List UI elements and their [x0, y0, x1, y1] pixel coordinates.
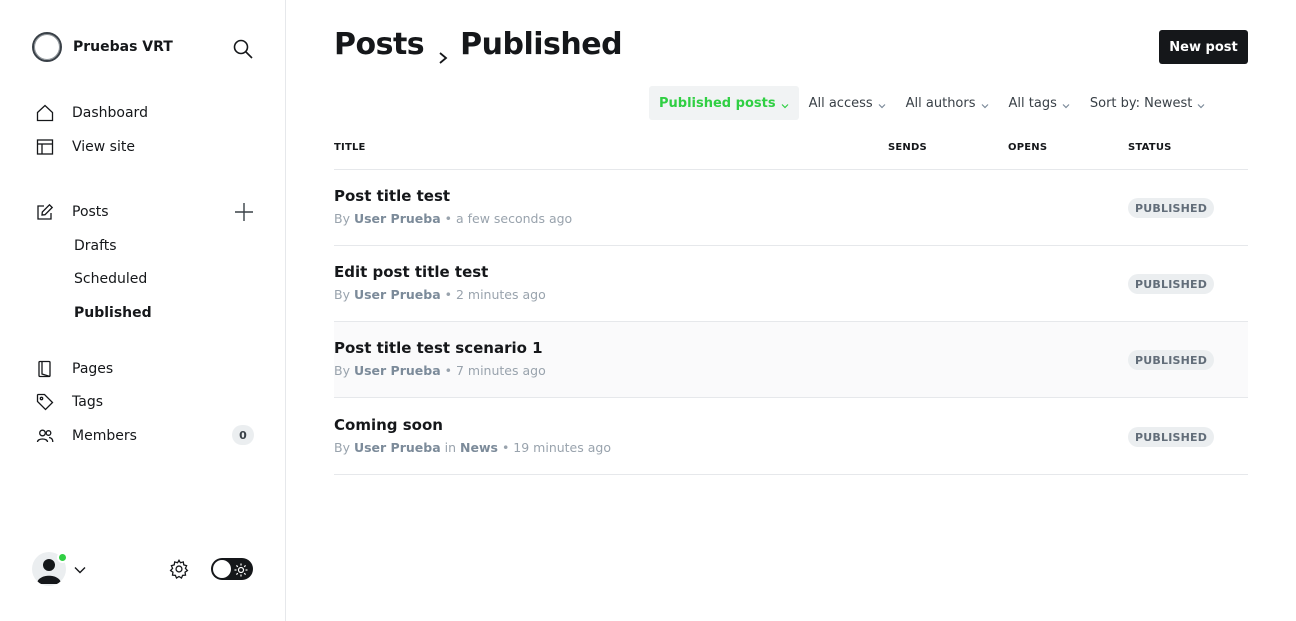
post-author: User Prueba	[353, 363, 441, 378]
sidebar-item-pages[interactable]: Pages	[36, 358, 113, 380]
chevron-down-icon	[981, 99, 989, 109]
sidebar-item-label: Tags	[72, 394, 103, 410]
sidebar-item-dashboard[interactable]: Dashboard	[36, 102, 148, 124]
meta-by: By	[334, 287, 350, 302]
sidebar-item-label: Pages	[72, 361, 114, 377]
post-meta: By User Prueba in News • 19 minutes ago	[334, 440, 611, 455]
post-title: Post title test	[334, 187, 451, 205]
layout-icon	[36, 138, 54, 156]
post-meta: By User Prueba • a few seconds ago	[334, 211, 572, 226]
post-meta: By User Prueba • 2 minutes ago	[334, 287, 546, 302]
table-row[interactable]: Coming soon By User Prueba in News • 19 …	[334, 399, 1248, 475]
column-header-status: STATUS	[1128, 142, 1172, 153]
post-author: User Prueba	[353, 287, 441, 302]
sidebar-item-label: Dashboard	[72, 105, 148, 121]
column-header-title: TITLE	[334, 142, 366, 153]
page-title: Published	[460, 27, 623, 62]
column-header-opens: OPENS	[1008, 142, 1048, 153]
table-row[interactable]: Post title test scenario 1 By User Prueb…	[334, 322, 1248, 398]
status-badge: PUBLISHED	[1128, 274, 1215, 294]
breadcrumb-posts-link[interactable]: Posts	[334, 27, 425, 62]
brand[interactable]: Pruebas VRT	[32, 32, 173, 62]
post-author: User Prueba	[353, 440, 441, 455]
online-status-dot	[57, 552, 68, 563]
post-title: Coming soon	[334, 416, 443, 434]
edit-icon	[36, 203, 54, 221]
sidebar-item-tags[interactable]: Tags	[36, 391, 103, 413]
sidebar-item-scheduled[interactable]: Scheduled	[74, 269, 147, 289]
meta-by: By	[334, 363, 350, 378]
meta-by: By	[334, 440, 350, 455]
posts-table-header: TITLE SENDS OPENS STATUS	[334, 140, 1248, 170]
filter-label: Sort by: Newest	[1089, 95, 1193, 111]
status-badge: PUBLISHED	[1128, 198, 1215, 218]
table-row[interactable]: Edit post title test By User Prueba • 2 …	[334, 246, 1248, 322]
filter-authors-select[interactable]: All authors	[896, 86, 999, 120]
app: Pruebas VRT Dashboard View site Posts Dr…	[0, 0, 1296, 621]
status-badge: PUBLISHED	[1128, 350, 1215, 370]
sidebar-item-drafts[interactable]: Drafts	[74, 236, 117, 256]
post-time: • a few seconds ago	[444, 211, 573, 226]
filter-tags-select[interactable]: All tags	[999, 86, 1080, 120]
chevron-down-icon[interactable]	[73, 562, 87, 576]
table-row[interactable]: Post title test By User Prueba • a few s…	[334, 170, 1248, 246]
meta-in: in	[444, 440, 457, 455]
filter-label: All tags	[1008, 95, 1057, 111]
sidebar-item-published[interactable]: Published	[74, 303, 152, 323]
filter-type-select[interactable]: Published posts	[649, 86, 799, 120]
post-author: User Prueba	[353, 211, 441, 226]
sidebar: Pruebas VRT Dashboard View site Posts Dr…	[0, 0, 286, 621]
filter-bar: Published posts All access All authors A…	[649, 86, 1215, 120]
meta-by: By	[334, 211, 350, 226]
site-name: Pruebas VRT	[73, 39, 173, 55]
sidebar-item-members[interactable]: Members	[36, 425, 137, 447]
filter-label: All access	[808, 95, 873, 111]
sidebar-item-label: View site	[72, 139, 135, 155]
toggle-knob	[213, 560, 231, 578]
post-time: • 7 minutes ago	[444, 363, 546, 378]
post-time: • 19 minutes ago	[501, 440, 611, 455]
gear-icon[interactable]	[168, 558, 190, 580]
plus-icon[interactable]	[234, 202, 254, 222]
status-badge: PUBLISHED	[1128, 427, 1215, 447]
home-icon	[36, 104, 54, 122]
tag-icon	[36, 393, 54, 411]
filter-label: Published posts	[659, 95, 776, 111]
post-tag: News	[460, 440, 498, 455]
new-post-button[interactable]: New post	[1159, 30, 1248, 64]
filter-label: All authors	[905, 95, 976, 111]
breadcrumb: Posts Published	[334, 27, 623, 64]
chevron-right-icon	[436, 38, 450, 64]
main-content: Posts Published New post Published posts…	[286, 0, 1296, 621]
sun-icon	[234, 562, 248, 577]
chevron-down-icon	[781, 99, 789, 109]
members-count-badge: 0	[232, 425, 254, 445]
post-title: Edit post title test	[334, 263, 489, 281]
search-icon[interactable]	[232, 38, 254, 60]
circle-logo-icon	[32, 32, 62, 62]
theme-toggle[interactable]	[211, 558, 253, 580]
sidebar-item-label: Posts	[72, 204, 109, 220]
page-icon	[36, 360, 54, 378]
column-header-sends: SENDS	[888, 142, 927, 153]
chevron-down-icon	[1197, 99, 1205, 109]
sidebar-item-posts[interactable]: Posts	[36, 201, 109, 223]
chevron-down-icon	[1062, 99, 1070, 109]
chevron-down-icon	[878, 99, 886, 109]
filter-access-select[interactable]: All access	[799, 86, 896, 120]
sort-select[interactable]: Sort by: Newest	[1080, 86, 1216, 120]
post-time: • 2 minutes ago	[444, 287, 546, 302]
members-icon	[36, 427, 54, 445]
sidebar-item-view-site[interactable]: View site	[36, 136, 135, 158]
post-title: Post title test scenario 1	[334, 339, 543, 357]
sidebar-item-label: Members	[72, 428, 137, 444]
post-meta: By User Prueba • 7 minutes ago	[334, 363, 546, 378]
